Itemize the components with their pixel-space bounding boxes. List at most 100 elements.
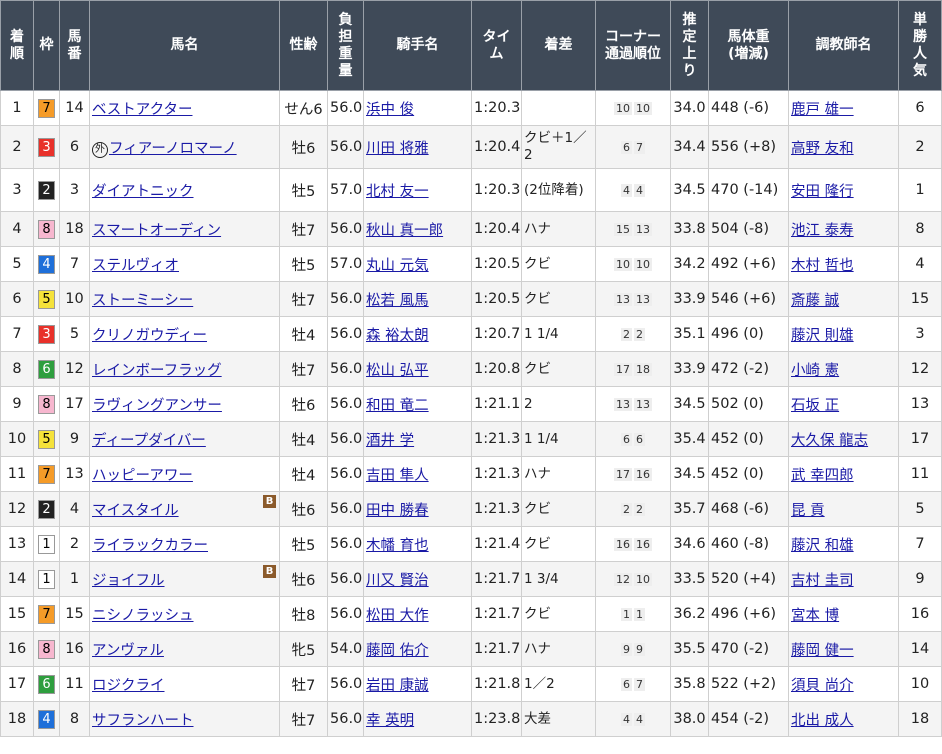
weight-cell: 56.0 — [327, 456, 364, 492]
jockey-link[interactable]: 吉田 隼人 — [366, 468, 429, 484]
horse-name-link[interactable]: ラヴィングアンサー — [92, 398, 222, 414]
trainer-link[interactable]: 藤沢 和雄 — [791, 538, 854, 554]
jockey-link[interactable]: 松若 風馬 — [366, 293, 429, 309]
time-cell: 1:21.1 — [471, 386, 522, 422]
horse-name-link[interactable]: クリノガウディー — [92, 328, 207, 344]
time-cell: 1:20.5 — [471, 281, 522, 317]
horse-name-link[interactable]: ストーミーシー — [92, 293, 193, 309]
horse-name-link[interactable]: ベストアクター — [92, 102, 192, 118]
jockey-link[interactable]: 秋山 真一郎 — [366, 223, 443, 239]
col-header-sexage[interactable]: 性齢 — [279, 0, 328, 91]
jockey-link[interactable]: 丸山 元気 — [366, 258, 429, 274]
col-header-line: 順 — [10, 45, 24, 62]
jockey-link[interactable]: 北村 友一 — [366, 184, 429, 200]
jockey-link[interactable]: 岩田 康誠 — [366, 678, 429, 694]
trainer-link[interactable]: 昆 貢 — [791, 503, 825, 519]
popularity-cell: 18 — [898, 701, 942, 737]
time-cell: 1:21.8 — [471, 666, 522, 702]
body-weight-cell: 496 (0) — [708, 316, 789, 352]
body-weight-cell: 502 (0) — [708, 386, 789, 422]
col-header-waku[interactable]: 枠 — [33, 0, 60, 91]
jockey-link[interactable]: 松山 弘平 — [366, 363, 429, 379]
trainer-link[interactable]: 宮本 博 — [791, 608, 839, 624]
trainer-link[interactable]: 須貝 尚介 — [791, 678, 854, 694]
col-header-time[interactable]: タイム — [471, 0, 522, 91]
col-header-trainer[interactable]: 調教師名 — [788, 0, 899, 91]
trainer-link[interactable]: 武 幸四郎 — [791, 468, 854, 484]
rank-cell: 2 — [0, 125, 34, 169]
col-header-pop[interactable]: 単勝人気 — [898, 0, 942, 91]
trainer-link[interactable]: 鹿戸 雄一 — [791, 102, 854, 118]
weight-cell: 56.0 — [327, 701, 364, 737]
jockey-link[interactable]: 川田 将雅 — [366, 141, 429, 157]
col-header-jockey[interactable]: 騎手名 — [363, 0, 472, 91]
corner-cell: 44 — [595, 168, 671, 212]
trainer-link[interactable]: 安田 隆行 — [791, 184, 854, 200]
horse-name-link[interactable]: フィアーノロマーノ — [109, 141, 237, 157]
horse-name-link[interactable]: ロジクライ — [92, 678, 165, 694]
jockey-link[interactable]: 浜中 俊 — [366, 102, 414, 118]
horse-number-cell: 6 — [59, 125, 90, 169]
trainer-cell: 大久保 龍志 — [788, 421, 899, 457]
trainer-link[interactable]: 木村 哲也 — [791, 258, 854, 274]
last3f-cell: 33.5 — [670, 561, 709, 597]
corner-cell: 16 16 — [595, 526, 671, 562]
horse-name-link[interactable]: サフランハート — [92, 713, 194, 729]
table-row: 17 6 11 ロジクライ 牡7 56.0 岩田 康誠 1:21.8 1／2 6 7 35.8 522 … — [0, 666, 942, 702]
jockey-link[interactable]: 和田 竜二 — [366, 398, 429, 414]
jockey-link[interactable]: 川又 賢治 — [366, 573, 429, 589]
trainer-link[interactable]: 池江 泰寿 — [791, 223, 854, 239]
jockey-link[interactable]: 森 裕太朗 — [366, 328, 429, 344]
popularity-cell: 7 — [898, 526, 942, 562]
waku-cell: 7 — [33, 596, 60, 632]
col-header-bodyweight[interactable]: 馬体重 (増減) — [708, 0, 789, 91]
table-row: 9 8 17 ラヴィングアンサー 牡6 56.0 和田 竜二 1:21.1 2 13 13 34.5 5… — [0, 386, 942, 422]
horse-number-cell: 1 — [59, 561, 90, 597]
weight-cell: 57.0 — [327, 246, 364, 282]
trainer-link[interactable]: 藤沢 則雄 — [791, 328, 854, 344]
horse-name-link[interactable]: マイスタイル — [92, 503, 179, 519]
trainer-cell: 鹿戸 雄一 — [788, 90, 899, 126]
trainer-link[interactable]: 小崎 憲 — [791, 363, 839, 379]
col-header-rank[interactable]: 着順 — [0, 0, 34, 91]
body-weight-cell: 460 (-8) — [708, 526, 789, 562]
horse-name-link[interactable]: ライラックカラー — [92, 538, 208, 554]
jockey-cell: 酒井 学 — [363, 421, 472, 457]
horse-name-link[interactable]: ジョイフル — [92, 573, 165, 589]
horse-name-link[interactable]: ニシノラッシュ — [92, 608, 194, 624]
trainer-link[interactable]: 吉村 圭司 — [791, 573, 854, 589]
trainer-link[interactable]: 斎藤 誠 — [791, 293, 839, 309]
jockey-link[interactable]: 幸 英明 — [366, 713, 414, 729]
horse-name-link[interactable]: ハッピーアワー — [92, 468, 193, 484]
trainer-link[interactable]: 石坂 正 — [791, 398, 839, 414]
trainer-link[interactable]: 藤岡 健一 — [791, 643, 854, 659]
col-header-margin[interactable]: 着差 — [521, 0, 596, 91]
trainer-cell: 須貝 尚介 — [788, 666, 899, 702]
table-row: 11 7 13 ハッピーアワー 牡4 56.0 吉田 隼人 1:21.3 ハナ 17 16 34.5 4… — [0, 456, 942, 492]
waku-cell: 8 — [33, 631, 60, 667]
horse-name-link[interactable]: スマートオーディン — [92, 223, 221, 239]
col-header-last3f[interactable]: 推定上り — [670, 0, 709, 91]
body-weight-cell: 452 (0) — [708, 456, 789, 492]
horse-name-link[interactable]: ダイアトニック — [92, 184, 194, 200]
horse-name-link[interactable]: アンヴァル — [92, 643, 164, 659]
jockey-link[interactable]: 木幡 育也 — [366, 538, 429, 554]
jockey-link[interactable]: 松田 大作 — [366, 608, 429, 624]
col-header-corner[interactable]: コーナー 通過順位 — [595, 0, 671, 91]
trainer-link[interactable]: 高野 友和 — [791, 141, 854, 157]
horse-name-link[interactable]: ディープダイバー — [92, 433, 206, 449]
jockey-link[interactable]: 藤岡 佑介 — [366, 643, 429, 659]
jockey-link[interactable]: 田中 勝春 — [366, 503, 429, 519]
sex-age-cell: 牡6 — [279, 491, 328, 527]
jockey-link[interactable]: 酒井 学 — [366, 433, 414, 449]
trainer-link[interactable]: 大久保 龍志 — [791, 433, 868, 449]
corner-cell: 22 — [595, 316, 671, 352]
col-header-weight[interactable]: 負担重量 — [327, 0, 364, 91]
col-header-horse[interactable]: 馬名 — [89, 0, 280, 91]
col-header-num[interactable]: 馬番 — [59, 0, 90, 91]
table-row: 2 3 6 外フィアーノロマーノ 牡6 56.0 川田 将雅 1:20.4 クビ＋1／2 6 7 34… — [0, 125, 942, 169]
trainer-link[interactable]: 北出 成人 — [791, 713, 854, 729]
horse-name-link[interactable]: ステルヴィオ — [92, 258, 179, 274]
horse-number-cell: 11 — [59, 666, 90, 702]
horse-name-link[interactable]: レインボーフラッグ — [92, 363, 222, 379]
